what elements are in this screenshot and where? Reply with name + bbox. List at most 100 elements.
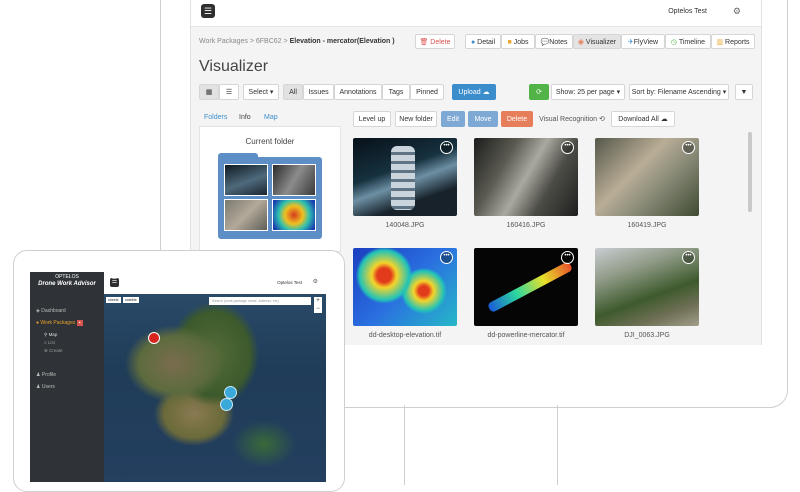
- breadcrumb-current: Elevation - mercator(Elevation ): [289, 38, 395, 45]
- tablet-user-name[interactable]: Optelos Test: [277, 280, 302, 285]
- filter-all[interactable]: All: [283, 84, 303, 100]
- nav-users[interactable]: ♟ Users: [36, 384, 55, 390]
- refresh-button[interactable]: ⟳: [529, 84, 549, 100]
- menu-icon[interactable]: ☰: [110, 278, 119, 287]
- filter-issues[interactable]: Issues: [303, 84, 334, 100]
- comment-icon: 💬: [540, 39, 550, 46]
- grid-icon: ▦: [205, 89, 213, 96]
- file-card[interactable]: ••• 140048.JPG: [353, 138, 457, 229]
- page-size-dropdown[interactable]: Show: 25 per page ▾: [551, 84, 625, 100]
- map-cluster-marker[interactable]: [220, 398, 233, 411]
- tab-detail[interactable]: ● Detail: [465, 34, 501, 49]
- delete-button[interactable]: Delete: [501, 111, 533, 127]
- tab-map[interactable]: Map: [264, 114, 278, 121]
- nav-create[interactable]: ⊕ Create: [44, 348, 63, 354]
- download-all-button[interactable]: Download All ☁: [611, 111, 675, 127]
- tab-flyview[interactable]: ✈FlyView: [621, 34, 665, 49]
- tab-reports[interactable]: ▥ Reports: [711, 34, 755, 49]
- visual-recognition-button[interactable]: Visual Recognition ⟲: [536, 111, 608, 127]
- menu-icon[interactable]: ☰: [201, 4, 215, 18]
- tab-timeline[interactable]: ◷ Timeline: [665, 34, 711, 49]
- file-name: 160416.JPG: [506, 222, 546, 229]
- edit-button[interactable]: Edit: [441, 111, 465, 127]
- nav-map[interactable]: ⚲ Map: [44, 332, 57, 338]
- list-view-button[interactable]: ☰: [219, 84, 239, 100]
- folder-thumb-2: [272, 164, 316, 196]
- list-icon: ☰: [225, 89, 233, 96]
- refresh-small-icon: ⟲: [598, 116, 605, 123]
- panel-title: Current folder: [245, 137, 295, 146]
- gear-icon[interactable]: ⚙: [733, 6, 741, 17]
- tab-folders[interactable]: Folders: [204, 114, 227, 121]
- map-streets-button[interactable]: streets: [106, 297, 121, 303]
- clock-icon: ◷: [670, 39, 678, 46]
- file-thumbnail[interactable]: •••: [474, 138, 578, 216]
- folder-thumb-1: [224, 164, 268, 196]
- tab-visualizer[interactable]: ◉ Visualizer: [573, 34, 621, 49]
- upload-button[interactable]: Upload ☁: [452, 84, 496, 100]
- map-search-input[interactable]: Search (work package name, address, etc): [209, 297, 311, 305]
- filter-pinned[interactable]: Pinned: [410, 84, 444, 100]
- tablet-sidebar: OPTELOS Drone Work Advisor ◈ Dashboard ●…: [30, 272, 104, 482]
- more-icon[interactable]: •••: [561, 251, 574, 264]
- filter-annotations[interactable]: Annotations: [334, 84, 382, 100]
- select-dropdown[interactable]: Select ▾: [243, 84, 279, 100]
- file-card[interactable]: ••• 160416.JPG: [474, 138, 578, 229]
- file-thumbnail[interactable]: •••: [353, 248, 457, 326]
- gear-icon[interactable]: ⚙: [313, 278, 318, 285]
- filter-icon: ▼: [740, 89, 748, 96]
- dashboard-icon: ◈: [36, 308, 40, 314]
- cloud-download-icon: ☁: [660, 116, 668, 123]
- page-title: Visualizer: [199, 58, 269, 75]
- move-button[interactable]: Move: [468, 111, 498, 127]
- file-card[interactable]: ••• DJI_0063.JPG: [595, 248, 699, 339]
- file-card[interactable]: ••• dd-desktop-elevation.tif: [353, 248, 457, 339]
- user-name[interactable]: Optelos Test: [668, 8, 707, 15]
- eye-icon: ◉: [577, 39, 584, 46]
- new-folder-button[interactable]: New folder: [395, 111, 437, 127]
- file-card[interactable]: ••• 160419.JPG: [595, 138, 699, 229]
- powerline-elevation-strip: [487, 260, 573, 314]
- scrollbar[interactable]: [748, 132, 752, 212]
- info-icon: ●: [470, 39, 476, 46]
- file-thumbnail[interactable]: •••: [353, 138, 457, 216]
- file-thumbnail[interactable]: •••: [595, 248, 699, 326]
- tab-notes[interactable]: 💬Notes: [535, 34, 573, 49]
- grid-view-button[interactable]: ▦: [199, 84, 219, 100]
- trash-icon: 🗑: [419, 39, 429, 46]
- map-marker-red[interactable]: [148, 332, 160, 344]
- more-icon[interactable]: •••: [440, 141, 453, 154]
- tab-info[interactable]: Info: [239, 114, 251, 121]
- nav-list[interactable]: ≡ List: [44, 340, 55, 345]
- more-icon[interactable]: •••: [561, 141, 574, 154]
- nav-profile[interactable]: ♟ Profile: [36, 372, 56, 378]
- file-name: dd-powerline-mercator.tif: [487, 332, 565, 339]
- tablet-map[interactable]: streets satellite Search (work package n…: [104, 294, 326, 482]
- sort-dropdown[interactable]: Sort by: Filename Ascending ▾: [629, 84, 729, 100]
- refresh-icon: ⟳: [536, 89, 542, 96]
- tab-jobs[interactable]: ■ Jobs: [501, 34, 535, 49]
- insulator-shape: [391, 146, 415, 210]
- zoom-controls[interactable]: + −: [314, 297, 322, 313]
- more-icon[interactable]: •••: [682, 251, 695, 264]
- users-icon: ♟: [36, 384, 41, 390]
- nav-work-packages[interactable]: ● Work Packages ▪: [36, 320, 83, 326]
- file-name: 160419.JPG: [627, 222, 667, 229]
- folder-icon[interactable]: [218, 157, 322, 239]
- nav-dashboard[interactable]: ◈ Dashboard: [36, 308, 66, 314]
- briefcase-icon: ■: [507, 39, 512, 46]
- more-icon[interactable]: •••: [440, 251, 453, 264]
- filter-button[interactable]: ▼: [735, 84, 753, 100]
- file-thumbnail[interactable]: •••: [595, 138, 699, 216]
- work-packages-icon: ●: [36, 320, 40, 326]
- level-up-button[interactable]: Level up: [353, 111, 391, 127]
- map-marker-icon: ⚲: [44, 332, 48, 337]
- more-icon[interactable]: •••: [682, 141, 695, 154]
- breadcrumb-id[interactable]: 6FBC62: [256, 38, 282, 45]
- filter-tags[interactable]: Tags: [382, 84, 410, 100]
- map-satellite-button[interactable]: satellite: [123, 297, 139, 303]
- file-thumbnail[interactable]: •••: [474, 248, 578, 326]
- file-card[interactable]: ••• dd-powerline-mercator.tif: [474, 248, 578, 339]
- breadcrumb-root[interactable]: Work Packages: [199, 38, 248, 45]
- delete-tab-button[interactable]: 🗑 Delete: [415, 34, 455, 49]
